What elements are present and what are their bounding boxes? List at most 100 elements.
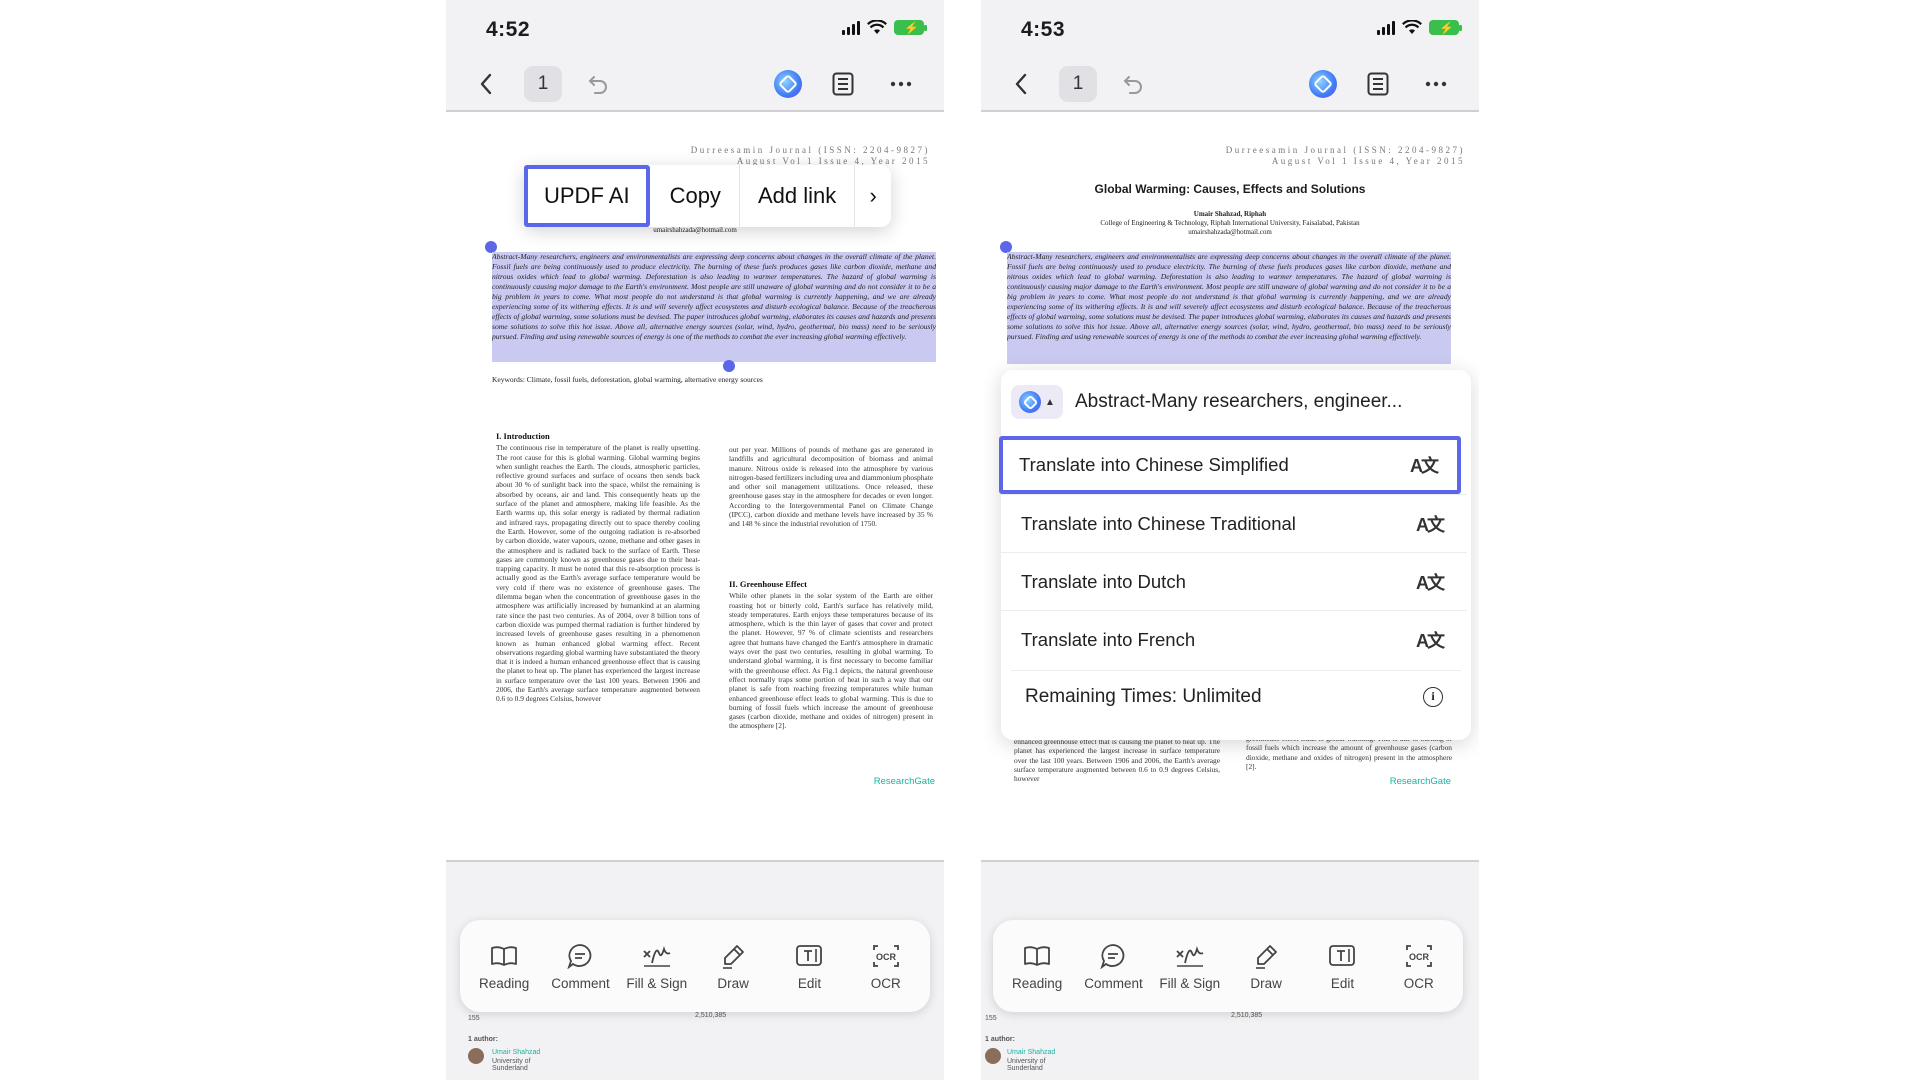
reading-tool[interactable]: Reading: [1001, 941, 1073, 991]
tool-label: Comment: [1084, 976, 1143, 991]
outline-button[interactable]: [829, 66, 857, 102]
back-button[interactable]: [1009, 66, 1033, 102]
footer-author-name: Umair Shahzad: [492, 1049, 541, 1056]
translate-dutch-option[interactable]: Translate into Dutch A文: [1001, 552, 1467, 610]
tool-label: OCR: [1403, 976, 1434, 991]
pen-icon: [1251, 941, 1281, 971]
fill-sign-tool[interactable]: Fill & Sign: [1154, 941, 1226, 991]
comment-icon: [565, 941, 595, 971]
tool-label: Reading: [1012, 976, 1063, 991]
phone-screen-right: 4:53 ⚡ 1 Durreesamin Journal (ISSN: 2204…: [981, 0, 1479, 1080]
selection-end-handle[interactable]: [723, 360, 735, 372]
footer-author-header: 1 author:: [985, 1036, 1015, 1043]
abstract-text-selected[interactable]: Abstract-Many researchers, engineers and…: [1007, 252, 1451, 364]
body-text: enhanced greenhouse effect that is causi…: [1014, 737, 1220, 783]
updf-ai-menu-item[interactable]: UPDF AI: [524, 165, 650, 227]
ocr-icon: OCR: [871, 941, 901, 971]
page-number-button[interactable]: 1: [1059, 66, 1097, 102]
edit-tool[interactable]: Edit: [1306, 941, 1378, 991]
pen-icon: [718, 941, 748, 971]
option-label: Translate into Dutch: [1021, 570, 1186, 592]
translate-chinese-traditional-option[interactable]: Translate into Chinese Traditional A文: [1001, 494, 1467, 552]
more-button[interactable]: [886, 66, 916, 102]
page-footer-preview: 155 2,510,385 1 author: Umair Shahzad Un…: [446, 1012, 944, 1080]
tool-label: Draw: [717, 976, 749, 991]
reading-tool[interactable]: Reading: [468, 941, 540, 991]
wifi-icon: [1402, 20, 1422, 34]
body-text: While other planets in the solar system …: [729, 591, 933, 731]
draw-tool[interactable]: Draw: [1230, 941, 1302, 991]
updf-ai-icon: [774, 70, 802, 98]
updf-ai-button[interactable]: [771, 66, 805, 102]
footer-author-uni: University of Sunderland: [1007, 1058, 1046, 1072]
author-email: umairshahzada@hotmail.com: [653, 226, 737, 234]
translate-chinese-simplified-option[interactable]: Translate into Chinese Simplified A文: [999, 436, 1461, 494]
ellipsis-icon: [890, 81, 912, 87]
translate-icon: A文: [1416, 572, 1445, 593]
journal-header: Durreesamin Journal (ISSN: 2204-9827) Au…: [1226, 145, 1465, 167]
updf-ai-icon: [1019, 391, 1042, 413]
top-navigation-bar: 1: [981, 58, 1479, 110]
comment-tool[interactable]: Comment: [544, 941, 616, 991]
ai-mode-selector[interactable]: ▲: [1011, 385, 1063, 419]
intro-column: I. Introduction The continuous rise in t…: [496, 432, 700, 784]
book-icon: [489, 941, 519, 971]
divider: [981, 860, 1479, 862]
paper-title: Global Warming: Causes, Effects and Solu…: [1094, 182, 1366, 196]
comment-tool[interactable]: Comment: [1077, 941, 1149, 991]
footer-author-uni: University of Sunderland: [492, 1058, 531, 1072]
status-bar: 4:52 ⚡: [446, 0, 944, 62]
translate-icon: A文: [1416, 630, 1445, 651]
add-link-menu-item[interactable]: Add link: [740, 165, 856, 227]
edit-tool[interactable]: Edit: [773, 941, 845, 991]
book-icon: [1022, 941, 1052, 971]
draw-tool[interactable]: Draw: [697, 941, 769, 991]
tool-label: Fill & Sign: [1159, 976, 1221, 991]
comment-icon: [1098, 941, 1128, 971]
outline-button[interactable]: [1364, 66, 1392, 102]
tool-label: Reading: [479, 976, 530, 991]
undo-button[interactable]: [584, 66, 612, 102]
ai-panel-header: ▲ Abstract-Many researchers, engineer...: [1011, 382, 1461, 422]
undo-button[interactable]: [1119, 66, 1147, 102]
ocr-icon: OCR: [1404, 941, 1434, 971]
author-affiliation: College of Engineering & Technology, Rip…: [1100, 219, 1360, 227]
selected-text-preview: Abstract-Many researchers, engineer...: [1075, 391, 1403, 412]
fill-sign-tool[interactable]: Fill & Sign: [621, 941, 693, 991]
tool-label: Fill & Sign: [626, 976, 688, 991]
abstract-text-selected[interactable]: Abstract-Many researchers, engineers and…: [492, 252, 936, 362]
caret-up-icon: ▲: [1045, 396, 1055, 408]
list-icon: [832, 72, 854, 96]
edit-text-icon: [794, 941, 824, 971]
undo-icon: [588, 76, 607, 94]
tool-label: Edit: [1330, 976, 1355, 991]
author-name: Umair Shahzad, Riphah: [1193, 210, 1267, 218]
battery-icon: ⚡: [1429, 20, 1462, 35]
copy-menu-item[interactable]: Copy: [652, 165, 740, 227]
updf-ai-panel: ▲ Abstract-Many researchers, engineer...…: [999, 370, 1471, 740]
researchgate-logo: ResearchGate: [873, 776, 935, 787]
option-label: Translate into Chinese Simplified: [1019, 454, 1289, 475]
signature-icon: [1175, 941, 1205, 971]
body-text: The continuous rise in temperature of th…: [496, 443, 700, 704]
footer-reads: 2,510,385: [695, 1012, 727, 1019]
page-number-button[interactable]: 1: [524, 66, 562, 102]
more-button[interactable]: [1421, 66, 1451, 102]
translate-french-option[interactable]: Translate into French A文: [1001, 610, 1467, 668]
more-options-arrow[interactable]: ›: [855, 165, 891, 227]
footer-count: 155: [985, 1015, 997, 1022]
ocr-tool[interactable]: OCR OCR: [1383, 941, 1455, 991]
back-button[interactable]: [474, 66, 498, 102]
text-context-menu: UPDF AI Copy Add link ›: [524, 165, 892, 227]
researchgate-logo: ResearchGate: [1389, 776, 1451, 787]
updf-ai-icon: [1309, 70, 1337, 98]
edit-text-icon: [1327, 941, 1357, 971]
greenhouse-column: II. Greenhouse Effect While other planet…: [729, 580, 933, 780]
right-column-text: out per year. Millions of pounds of meth…: [729, 445, 933, 529]
undo-icon: [1123, 76, 1142, 94]
updf-ai-button[interactable]: [1306, 66, 1340, 102]
ocr-tool[interactable]: OCR OCR: [850, 941, 922, 991]
page-footer-preview: 155 2,510,385 1 author: Umair Shahzad Un…: [981, 1012, 1479, 1080]
info-icon[interactable]: i: [1423, 686, 1443, 707]
divider: [446, 860, 944, 862]
